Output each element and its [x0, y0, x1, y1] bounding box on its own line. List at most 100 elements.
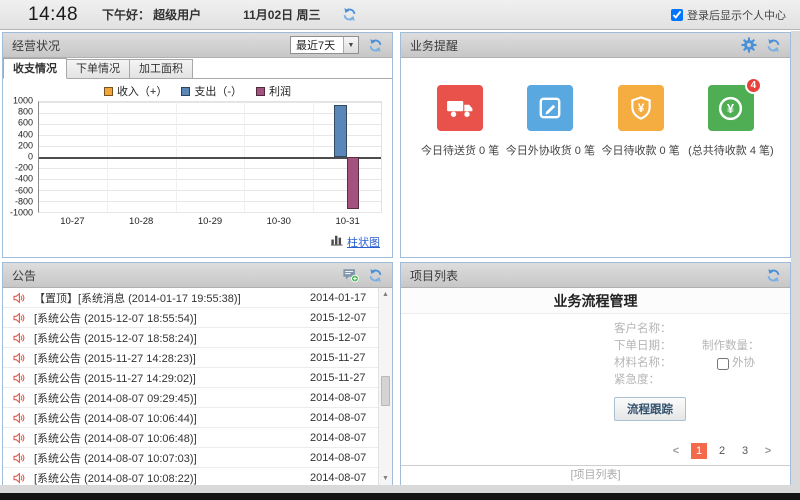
- projects-panel: 项目列表 业务流程管理 客户名称： 下单日期： 制作数量： 材料名称： 外协 紧…: [400, 262, 791, 486]
- speaker-icon: [13, 472, 25, 484]
- announcement-text: [系统公告 (2015-11-27 14:29:02)]: [34, 370, 310, 386]
- announcement-text: [系统公告 (2015-12-07 18:58:24)]: [34, 330, 310, 346]
- gear-icon[interactable]: [741, 37, 757, 53]
- speaker-icon: [13, 292, 25, 304]
- announcement-date: 2014-08-07: [310, 472, 374, 484]
- refresh-icon[interactable]: [368, 268, 383, 283]
- refresh-icon[interactable]: [368, 38, 383, 53]
- x-tick-label: 10-28: [129, 216, 153, 227]
- scroll-down-icon[interactable]: ▼: [379, 475, 392, 482]
- reminder-label: (总共待收款 4 笔): [688, 142, 774, 158]
- scroll-up-icon[interactable]: ▲: [379, 291, 392, 298]
- workflow-heading: 业务流程管理: [401, 288, 790, 314]
- x-tick-label: 10-31: [335, 216, 359, 227]
- date-range-select[interactable]: 最近7天 ▼: [290, 36, 359, 54]
- chart-gridline: [39, 146, 381, 147]
- reminder-tile-4[interactable]: ¥4 (总共待收款 4 笔): [686, 85, 776, 158]
- announcement-row[interactable]: [系统公告 (2014-08-07 10:06:48)]2014-08-07: [3, 428, 378, 448]
- pagination-page-3[interactable]: 3: [737, 443, 753, 459]
- current-user: 超级用户: [153, 6, 201, 23]
- legend-item: 收入（+）: [104, 83, 167, 99]
- business-status-panel: 经营状况 最近7天 ▼ 收支情况下单情况加工面积 收入（+）支出（-）利润 10…: [2, 32, 393, 258]
- announcement-text: [系统公告 (2015-12-07 18:55:54)]: [34, 310, 310, 326]
- announcement-row[interactable]: [系统公告 (2014-08-07 10:08:22)]2014-08-07: [3, 468, 378, 485]
- panel-title: 项目列表: [410, 267, 757, 284]
- y-tick-label: 0: [28, 152, 33, 162]
- add-message-icon[interactable]: [342, 267, 359, 283]
- y-tick-label: 1000: [13, 96, 33, 106]
- reminders-panel: 业务提醒 今日待送货 0 笔今日外协收货 0 笔¥今日待收款 0 笔¥4(总共待…: [400, 32, 791, 258]
- tab-3[interactable]: 加工面积: [129, 59, 193, 78]
- announcement-row[interactable]: [系统公告 (2014-08-07 09:29:45)]2014-08-07: [3, 388, 378, 408]
- order-date-label: 下单日期：: [614, 340, 672, 352]
- refresh-icon[interactable]: [342, 7, 357, 22]
- announcement-date: 2014-01-17: [310, 292, 374, 304]
- reminder-label: 今日待收款 0 笔: [602, 142, 680, 158]
- scrollbar[interactable]: ▲ ▼: [378, 288, 392, 485]
- reminder-tile-1[interactable]: 今日待送货 0 笔: [415, 85, 505, 158]
- reminder-label: 今日外协收货 0 笔: [506, 142, 595, 158]
- chart-zero-line: [39, 157, 381, 159]
- announcement-date: 2014-08-07: [310, 452, 374, 464]
- personal-center-toggle[interactable]: 登录后显示个人中心: [671, 7, 786, 23]
- tab-1[interactable]: 收支情况: [3, 58, 67, 79]
- announcement-row[interactable]: [系统公告 (2015-11-27 14:28:23)]2015-11-27: [3, 348, 378, 368]
- outsource-checkbox-field[interactable]: 外协: [717, 355, 755, 372]
- workflow-track-button[interactable]: 流程跟踪: [614, 397, 686, 421]
- announcement-row[interactable]: 【置顶】[系统消息 (2014-01-17 19:55:38)]2014-01-…: [3, 288, 378, 308]
- chart-tabs: 收支情况下单情况加工面积: [3, 58, 392, 79]
- announcement-text: [系统公告 (2014-08-07 09:29:45)]: [34, 390, 310, 406]
- truck-icon: [437, 85, 483, 131]
- refresh-icon[interactable]: [766, 38, 781, 53]
- yen-circle-icon: ¥4: [708, 85, 754, 131]
- x-tick-label: 10-30: [267, 216, 291, 227]
- dashboard: 14:48 下午好： 超级用户 11月02日 周三 登录后显示个人中心 经营状况…: [0, 0, 800, 500]
- pagination-page-2[interactable]: 2: [714, 443, 730, 459]
- refresh-icon[interactable]: [766, 268, 781, 283]
- y-tick-label: -400: [15, 174, 33, 184]
- personal-center-checkbox[interactable]: [671, 9, 683, 21]
- chart-plot: [38, 101, 382, 213]
- page-background-strip: [791, 31, 800, 493]
- announcement-row[interactable]: [系统公告 (2015-12-07 18:55:54)]2015-12-07: [3, 308, 378, 328]
- customer-name-label: 客户名称：: [614, 323, 672, 335]
- pagination-prev[interactable]: <: [668, 443, 684, 459]
- pagination-next[interactable]: >: [760, 443, 776, 459]
- announcement-row[interactable]: [系统公告 (2014-08-07 10:07:03)]2014-08-07: [3, 448, 378, 468]
- announcement-date: 2015-11-27: [310, 352, 374, 364]
- pagination-page-1[interactable]: 1: [691, 443, 707, 459]
- outsource-checkbox[interactable]: [717, 358, 729, 370]
- y-tick-label: -600: [15, 185, 33, 195]
- announcement-row[interactable]: [系统公告 (2015-11-27 14:29:02)]2015-11-27: [3, 368, 378, 388]
- chart-bar: [334, 105, 346, 157]
- announcement-text: [系统公告 (2015-11-27 14:28:23)]: [34, 350, 310, 366]
- announcement-date: 2015-11-27: [310, 372, 374, 384]
- pagination: <123 >: [668, 443, 776, 459]
- y-tick-label: 800: [18, 107, 33, 117]
- scrollbar-thumb[interactable]: [381, 376, 390, 406]
- reminder-tiles: 今日待送货 0 笔今日外协收货 0 笔¥今日待收款 0 笔 ¥4 (总共待收款 4 …: [401, 58, 790, 158]
- announcements-panel: 公告 【置顶】[系统消息 (2014-01-17 19:55:38)]2014-…: [2, 262, 393, 486]
- chart-gridline: [39, 179, 381, 180]
- legend-swatch: [256, 87, 265, 96]
- speaker-icon: [13, 312, 25, 324]
- chart-gridline: [39, 190, 381, 191]
- y-tick-label: 200: [18, 140, 33, 150]
- y-tick-label: 600: [18, 118, 33, 128]
- chart-type-link[interactable]: 柱状图: [347, 234, 380, 250]
- tab-2[interactable]: 下单情况: [66, 59, 130, 78]
- notification-badge: 4: [745, 77, 762, 94]
- announcement-text: 【置顶】[系统消息 (2014-01-17 19:55:38)]: [34, 290, 310, 306]
- reminder-tile-3[interactable]: ¥今日待收款 0 笔: [596, 85, 686, 158]
- reminder-label: 今日待送货 0 笔: [421, 142, 499, 158]
- chart-bar: [347, 157, 359, 209]
- edit-icon: [527, 85, 573, 131]
- bar-chart-icon: [330, 233, 343, 251]
- chart-gridline: [39, 102, 381, 103]
- chart-gridline: [39, 113, 381, 114]
- reminder-tile-2[interactable]: 今日外协收货 0 笔: [505, 85, 595, 158]
- announcement-row[interactable]: [系统公告 (2015-12-07 18:58:24)]2015-12-07: [3, 328, 378, 348]
- urgency-label: 紧急度：: [614, 374, 660, 386]
- announcements-header: 公告: [3, 263, 392, 288]
- announcement-row[interactable]: [系统公告 (2014-08-07 10:06:44)]2014-08-07: [3, 408, 378, 428]
